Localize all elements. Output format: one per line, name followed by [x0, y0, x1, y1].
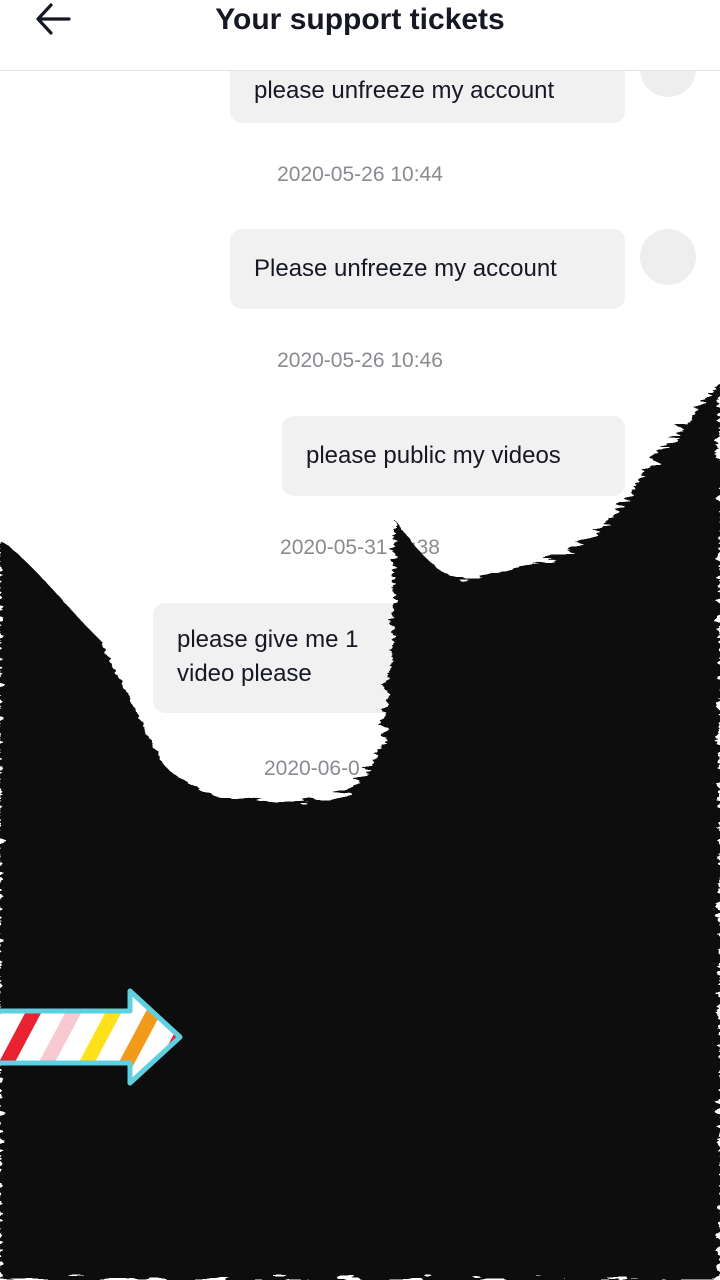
message-text-line2: video please: [177, 660, 312, 687]
message-text: Please unfreeze my account: [254, 255, 557, 282]
page-title: Your support tickets: [215, 3, 505, 36]
message-timestamp: 2020-05-31 1 :38: [280, 536, 440, 559]
message-bubble: Please unfreeze my account: [230, 229, 625, 309]
striped-arrow-right-icon: [0, 988, 183, 1086]
message-bubble: please public my videos: [282, 416, 625, 496]
message-timestamp: 2020-05-26 10:44: [277, 163, 443, 186]
message-text: please give me 1: [177, 626, 359, 653]
message-timestamp: 2020-05-26 10:46: [277, 349, 443, 372]
message-text: please unfreeze my account: [254, 77, 555, 104]
message-text: please public my videos: [306, 442, 561, 469]
top-bar: Your support tickets: [0, 0, 720, 71]
avatar: [640, 229, 696, 285]
ticket-conversation: please unfreeze my account 2020-05-26 10…: [0, 41, 720, 1280]
message-bubble: please give me 1 video please: [153, 603, 573, 713]
message-timestamp: 2020-06-0: [264, 757, 360, 780]
